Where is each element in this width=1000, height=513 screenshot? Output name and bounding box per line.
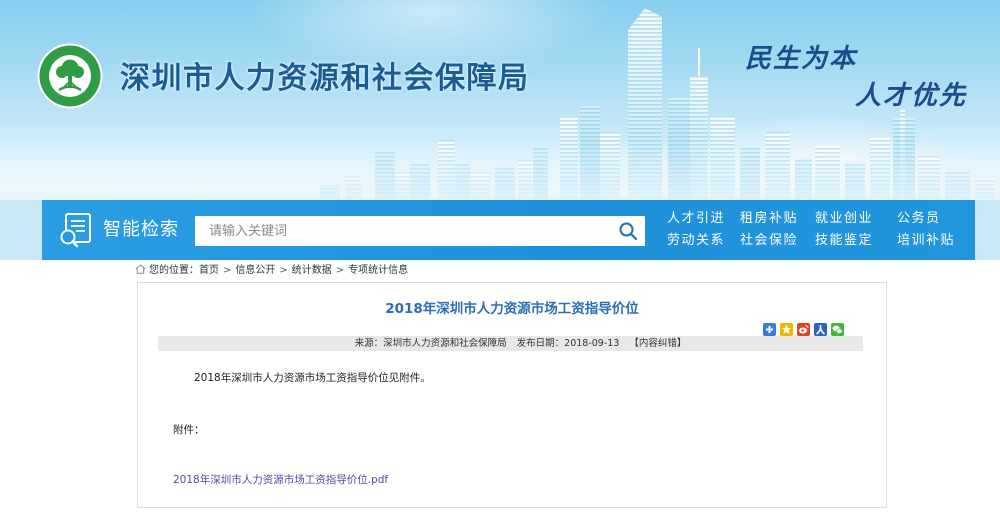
breadcrumb-statistics[interactable]: 统计数据 xyxy=(292,265,332,276)
search-icon[interactable] xyxy=(619,222,637,240)
search-box xyxy=(195,216,645,246)
breadcrumb-home[interactable]: 首页 xyxy=(199,265,219,276)
search-block: 智能检索 人才引进 租房补贴 就业创业 公务员 劳动关系 社会保险 技能鉴定 培… xyxy=(42,200,975,260)
renren-icon[interactable] xyxy=(814,323,827,336)
quick-link-social-insurance[interactable]: 社会保险 xyxy=(740,233,798,249)
article-title: 2018年深圳市人力资源市场工资指导价位 xyxy=(385,301,639,317)
quick-link-civil-servant[interactable]: 公务员 xyxy=(897,211,941,227)
quick-link-employment[interactable]: 就业创业 xyxy=(815,211,873,227)
breadcrumb-special-statistics[interactable]: 专项统计信息 xyxy=(348,265,408,276)
quick-link-skill-appraisal[interactable]: 技能鉴定 xyxy=(815,233,873,249)
skyline-illustration xyxy=(0,8,1000,200)
header-banner: 深圳市人力资源和社会保障局 民生为本 人才优先 xyxy=(0,0,1000,200)
quick-link-labor-relations[interactable]: 劳动关系 xyxy=(667,233,725,249)
home-icon xyxy=(135,264,146,274)
qzone-icon[interactable] xyxy=(780,323,793,336)
article-panel: 2018年深圳市人力资源市场工资指导价位 来源：深圳市人力资源和社会保障局 发布日… xyxy=(137,282,887,508)
breadcrumb-separator: > xyxy=(335,265,345,276)
share-plus-icon[interactable] xyxy=(763,323,776,336)
publish-date-label: 发布日期： xyxy=(516,338,565,349)
breadcrumb-info-disclosure[interactable]: 信息公开 xyxy=(235,265,275,276)
breadcrumb-separator: > xyxy=(279,265,288,276)
search-band: 智能检索 人才引进 租房补贴 就业创业 公务员 劳动关系 社会保险 技能鉴定 培… xyxy=(0,200,1000,260)
weibo-icon[interactable] xyxy=(797,323,810,336)
site-title: 深圳市人力资源和社会保障局 xyxy=(120,61,530,96)
attachment-pdf-link[interactable]: 2018年深圳市人力资源市场工资指导价位.pdf xyxy=(173,473,388,487)
content-correction-link[interactable]: 【内容纠错】 xyxy=(629,338,686,349)
quick-link-rent-subsidy[interactable]: 租房补贴 xyxy=(740,211,798,227)
wechat-icon[interactable] xyxy=(831,323,844,336)
breadcrumb-label: 您的位置： xyxy=(149,265,199,276)
bureau-emblem-icon xyxy=(37,43,103,109)
breadcrumb-separator: > xyxy=(223,265,232,276)
article-body-text: 2018年深圳市人力资源市场工资指导价位见附件。 xyxy=(194,372,431,384)
document-search-icon xyxy=(60,213,91,248)
slogan-people-first: 民生为本 xyxy=(745,44,858,74)
slogan-talent-first: 人才优先 xyxy=(855,81,968,111)
publish-date: 2018-09-13 xyxy=(564,338,620,349)
source-value: 深圳市人力资源和社会保障局 xyxy=(383,338,507,349)
share-toolbar xyxy=(763,323,848,336)
smart-search-label: 智能检索 xyxy=(103,219,179,240)
attachment-label: 附件： xyxy=(173,424,205,436)
quick-link-training-subsidy[interactable]: 培训补贴 xyxy=(897,233,955,249)
quick-link-talent-introduction[interactable]: 人才引进 xyxy=(667,211,725,227)
breadcrumb: 您的位置：首页 > 信息公开 > 统计数据 > 专项统计信息 xyxy=(135,264,408,278)
article-meta-bar: 来源：深圳市人力资源和社会保障局 发布日期：2018-09-13 【内容纠错】 xyxy=(158,336,863,351)
source-label: 来源： xyxy=(354,338,384,349)
search-input[interactable] xyxy=(195,216,595,246)
